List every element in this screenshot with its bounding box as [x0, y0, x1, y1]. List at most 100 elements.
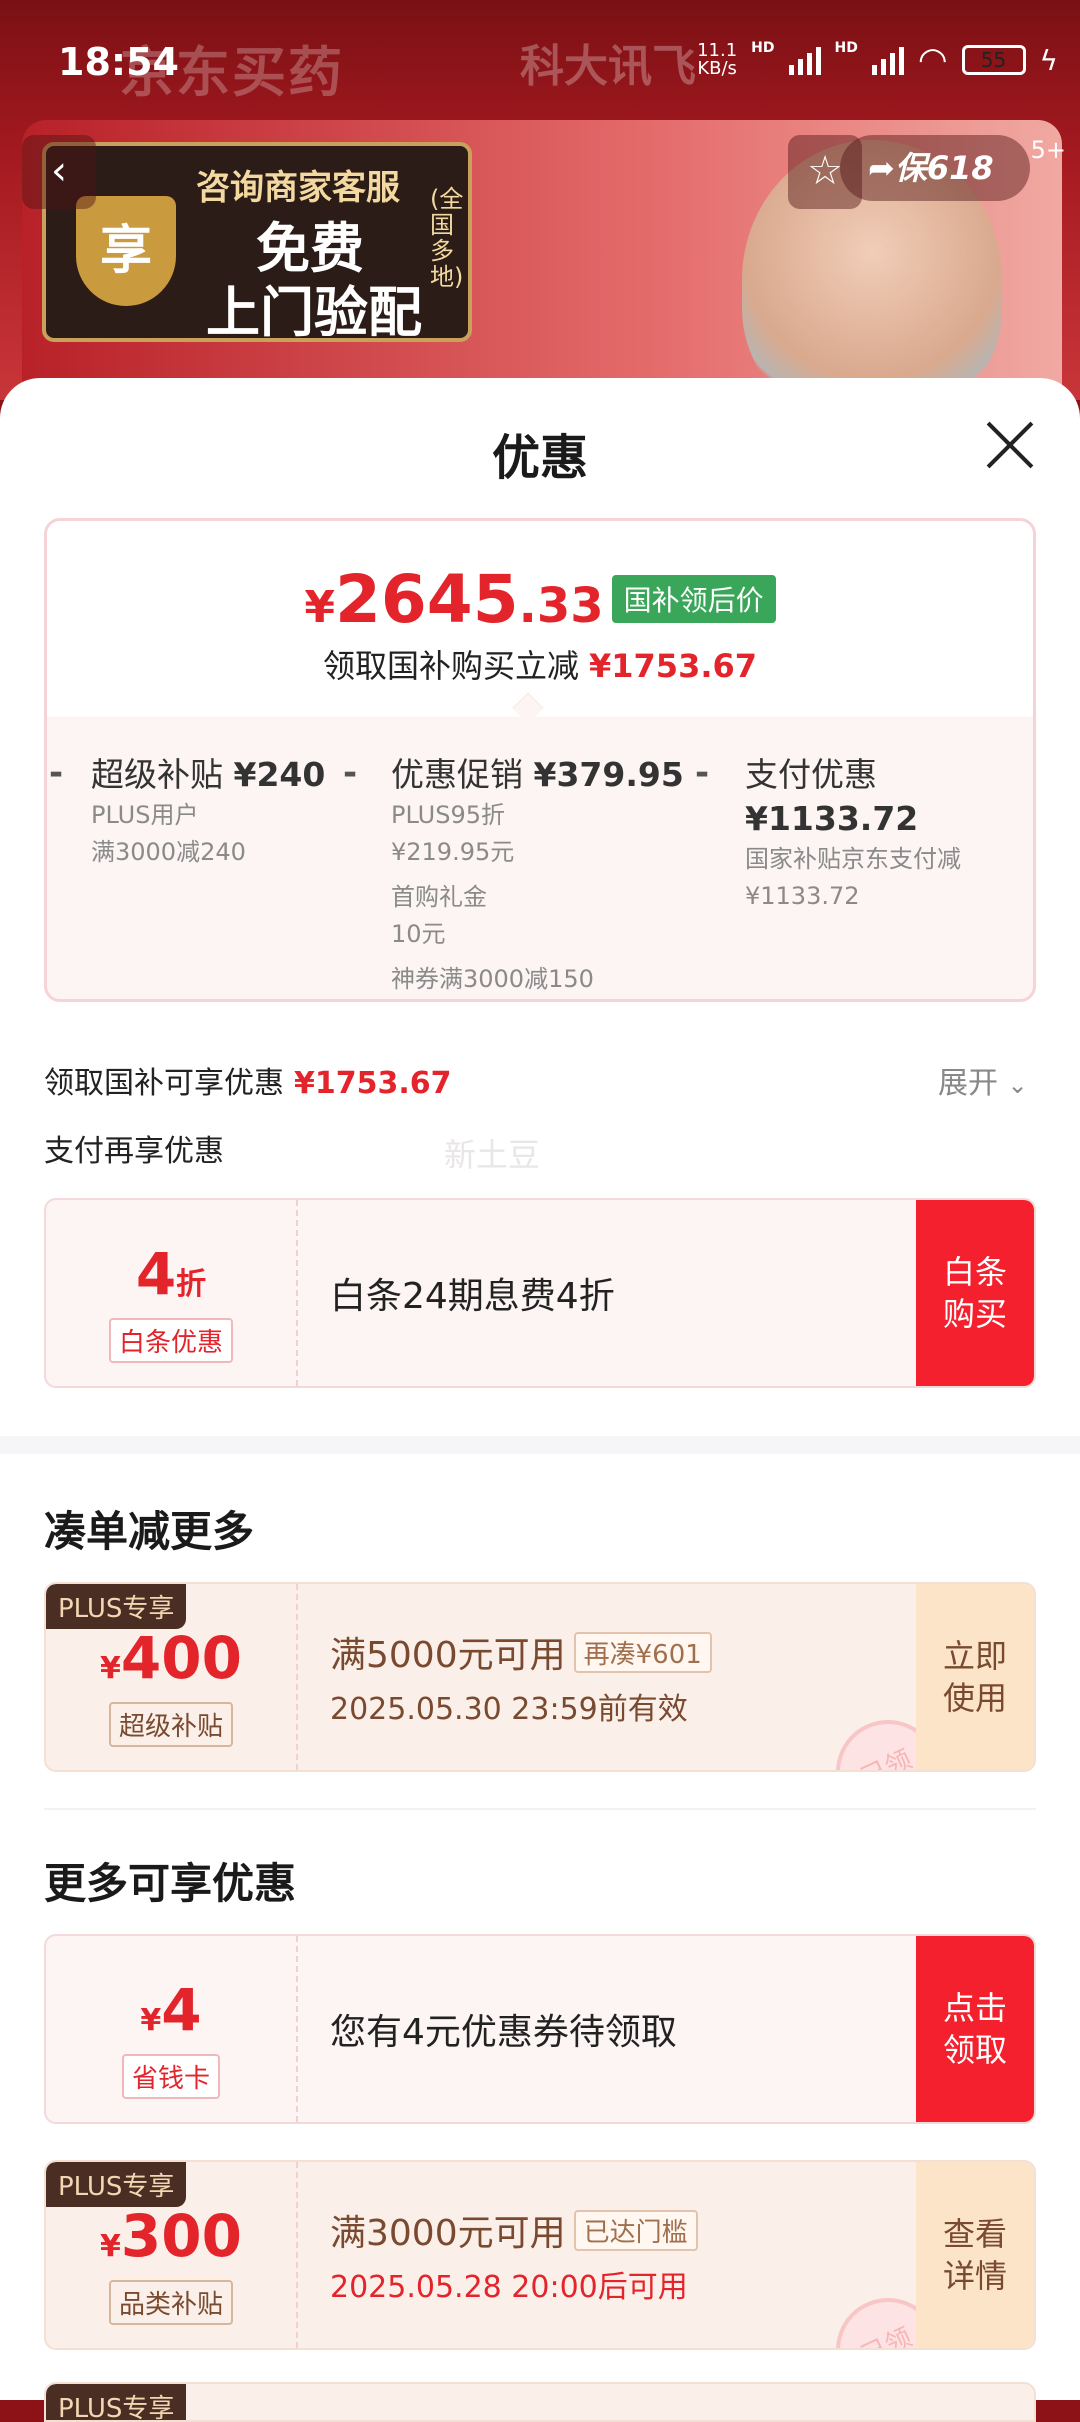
breakdown-item-payment: 支付优惠 ¥1133.72 国家补贴京东支付减 ¥1133.72 [745, 753, 1033, 915]
share-icon: ➦ [868, 149, 895, 187]
view-details-button[interactable]: 查看详情 [916, 2162, 1034, 2348]
breakdown-value: ¥240 [233, 755, 326, 794]
final-price: ¥2645.33 国补领后价 [47, 561, 1033, 638]
coupon-super-subsidy: ¥400 超级补贴 PLUS专享 满5000元可用 再凑¥601 2025.05.… [44, 1582, 1036, 1772]
promo-badge: 享 咨询商家客服 免费 上门验配 (全国多地) [42, 142, 472, 344]
coupon-chip: 已达门槛 [573, 2210, 698, 2251]
section-title-more: 更多可享优惠 [44, 1859, 297, 1908]
breakdown-line: ¥1133.72 [745, 882, 860, 910]
promo-side-note: (全国多地) [430, 185, 464, 291]
coupon-left: ¥4 省钱卡 [46, 1936, 298, 2122]
offer-amount: 4折 [46, 1240, 296, 1308]
price-tag: 国补领后价 [611, 575, 776, 623]
watermark: 新土豆 [444, 1136, 541, 1174]
subsidy-row: 领取国补可享优惠 ¥1753.67 [44, 1058, 452, 1102]
currency-symbol: ¥ [304, 582, 335, 633]
claim-button[interactable]: 点击领取 [916, 1936, 1034, 2122]
status-bar: 18:54 京东买药 科大讯飞 11.1 KB/s HD HD ◠ 55 ϟ [0, 0, 1080, 120]
breakdown-value: ¥379.95 [533, 755, 684, 794]
pointer-arrow [512, 692, 544, 724]
baitiao-offer: 4折 白条优惠 白条24期息费4折 白条购买 [44, 1198, 1036, 1388]
currency-symbol: ¥ [100, 2229, 121, 2264]
coupon-validity: 2025.05.28 20:00后可用 [330, 2270, 688, 2305]
breakdown-title: 超级补贴 [91, 755, 223, 794]
breakdown-line: 神券满3000减150 [391, 965, 594, 993]
breakdown-line: 10元 [391, 920, 446, 948]
coupon-chip: 再凑¥601 [573, 1632, 712, 1673]
shield-icon: 享 [76, 196, 176, 306]
close-icon[interactable] [985, 420, 1035, 470]
back-button[interactable]: ‹ [22, 135, 96, 209]
price-subtitle: 领取国补购买立减 ¥1753.67 [47, 641, 1033, 687]
price-summary: ¥2645.33 国补领后价 领取国补购买立减 ¥1753.67 - 超级补贴 ¥2… [44, 518, 1036, 1002]
brand-logo: 科大讯飞 [520, 41, 696, 92]
price-integer: 2645 [334, 561, 519, 638]
baitiao-buy-button[interactable]: 白条购买 [916, 1200, 1034, 1386]
coupon-body: 您有4元优惠券待领取 [330, 1936, 677, 2122]
wifi-icon: ◠ [917, 40, 948, 80]
section-divider [0, 1436, 1080, 1454]
plus-exclusive-tag: PLUS专享 [46, 2162, 187, 2207]
subsidy-value: ¥1753.67 [294, 1066, 452, 1101]
net-speed: 11.1 KB/s [697, 40, 738, 79]
hd-label-2: HD [834, 40, 858, 56]
offer-body: 白条24期息费4折 [330, 1200, 615, 1386]
coupon-amount: ¥400 [46, 1624, 296, 1692]
breakdown-value: ¥1133.72 [745, 799, 919, 838]
currency-symbol: ¥ [100, 1651, 121, 1686]
coupon-body: 满5000元可用 再凑¥601 2025.05.30 23:59前有效 [330, 1584, 712, 1770]
coupon-amount: ¥4 [46, 1976, 296, 2044]
expand-label: 展开 [938, 1066, 998, 1101]
pay-label: 支付再享优惠 [44, 1134, 224, 1169]
coupon-amount: ¥300 [46, 2202, 296, 2270]
coupon-badge: 超级补贴 [108, 1702, 234, 1747]
offer-badge: 白条优惠 [108, 1318, 234, 1363]
sheet-title: 优惠 [491, 430, 588, 486]
subtitle-value: ¥1753.67 [589, 647, 758, 685]
coupon-badge: 省钱卡 [121, 2054, 221, 2099]
chevron-down-icon: ⌄ [1007, 1071, 1028, 1099]
plus-exclusive-tag: PLUS专享 [46, 2384, 187, 2420]
coupon-partial: PLUS专享 [44, 2382, 1036, 2422]
subsidy-label: 领取国补可享优惠 [44, 1066, 284, 1101]
coupon-validity: 2025.05.30 23:59前有效 [330, 1692, 688, 1727]
use-now-button[interactable]: 立即使用 [916, 1584, 1034, 1770]
badge-count: 5+ [1030, 136, 1066, 164]
signal-icon-2 [871, 45, 904, 75]
coupon-category-subsidy: ¥300 品类补贴 PLUS专享 满3000元可用 已达门槛 2025.05.28… [44, 2160, 1036, 2350]
breakdown-line: 首购礼金 [391, 883, 487, 911]
minus-sign: - [49, 753, 64, 793]
minus-sign: - [695, 753, 710, 793]
breakdown-line: ¥219.95元 [391, 838, 515, 866]
system-indicators: 11.1 KB/s HD HD ◠ 55 ϟ [697, 40, 1058, 80]
amount-value: 400 [120, 1624, 242, 1692]
star-icon: ☆ [807, 148, 843, 194]
plus-exclusive-tag: PLUS专享 [46, 1584, 187, 1629]
currency-symbol: ¥ [140, 2003, 162, 2038]
battery-icon: 55 [961, 45, 1026, 75]
breakdown-line: 国家补贴京东支付减 [745, 845, 961, 873]
breakdown-title: 支付优惠 [745, 755, 877, 794]
coupon-body: 满3000元可用 已达门槛 2025.05.28 20:00后可用 [330, 2162, 698, 2348]
expand-toggle[interactable]: 展开 ⌄ [938, 1058, 1028, 1102]
coupon-text: 您有4元优惠券待领取 [330, 2012, 677, 2053]
subtitle-label: 领取国补购买立减 [322, 647, 579, 685]
share-button[interactable]: ➦保618 [840, 135, 1030, 201]
price-decimal: .33 [518, 578, 604, 634]
coupon-threshold: 满3000元可用 [330, 2213, 566, 2254]
breakdown-line: PLUS95折 [391, 801, 505, 829]
charging-icon: ϟ [1039, 43, 1058, 77]
amount-value: 4 [135, 1240, 177, 1308]
divider-line [44, 1808, 1036, 1810]
breakdown-item-super-subsidy: 超级补贴 ¥240 PLUS用户 满3000减240 [91, 753, 325, 871]
minus-sign: - [343, 753, 358, 793]
coupon-threshold: 满5000元可用 [330, 1635, 566, 1676]
offer-text: 白条24期息费4折 [330, 1276, 615, 1317]
amount-unit: 折 [176, 1267, 207, 1302]
coupon-savings-card: ¥4 省钱卡 您有4元优惠券待领取 点击领取 [44, 1934, 1036, 2124]
offer-left: 4折 白条优惠 [46, 1200, 298, 1386]
breakdown-line: PLUS用户 [91, 801, 199, 829]
store-title: 京东买药 [120, 41, 344, 104]
section-title-combine: 凑单减更多 [44, 1507, 255, 1556]
discount-sheet: 优惠 ¥2645.33 国补领后价 领取国补购买立减 ¥1753.67 - 超级补贴… [0, 378, 1080, 2422]
